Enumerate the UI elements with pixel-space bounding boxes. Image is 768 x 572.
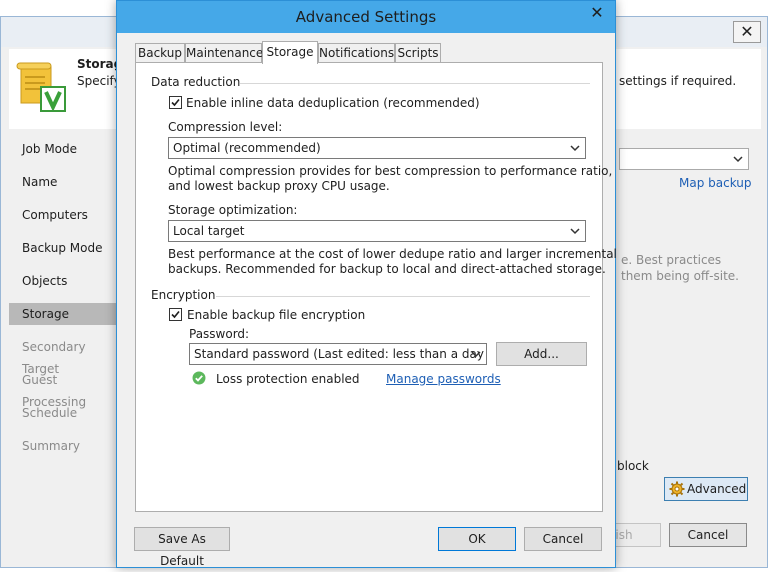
encryption-divider bbox=[216, 296, 590, 297]
storage-optimization-select[interactable]: Local target bbox=[168, 220, 586, 242]
storage-optimization-label: Storage optimization: bbox=[168, 203, 298, 217]
wizard-step-objects[interactable]: Objects bbox=[9, 270, 119, 292]
password-value: Standard password (Last edited: less tha… bbox=[194, 347, 487, 361]
check-circle-icon bbox=[192, 371, 206, 385]
encryption-group-label: Encryption bbox=[151, 288, 216, 302]
add-password-button[interactable]: Add... bbox=[496, 342, 587, 366]
storage-optimization-value: Local target bbox=[173, 224, 245, 238]
wizard-step-guest-processing[interactable]: Guest Processing bbox=[9, 369, 119, 409]
encryption-checkbox-label[interactable]: Enable backup file encryption bbox=[187, 308, 365, 322]
best-practices-text: e. Best practices bbox=[621, 253, 722, 267]
dialog-close-button[interactable]: ✕ bbox=[583, 3, 611, 25]
chevron-down-icon bbox=[733, 156, 743, 163]
data-reduction-group-label: Data reduction bbox=[151, 75, 241, 89]
advanced-settings-dialog: Advanced Settings ✕ Backup Maintenance S… bbox=[116, 0, 617, 568]
compression-level-select[interactable]: Optimal (recommended) bbox=[168, 137, 586, 159]
dedup-checkbox[interactable] bbox=[169, 96, 182, 109]
compression-level-value: Optimal (recommended) bbox=[173, 141, 321, 155]
data-reduction-divider bbox=[240, 83, 590, 84]
chevron-down-icon bbox=[570, 145, 580, 152]
tab-backup[interactable]: Backup bbox=[135, 43, 185, 63]
dedup-checkbox-label[interactable]: Enable inline data deduplication (recomm… bbox=[186, 96, 480, 110]
map-backup-link[interactable]: Map backup bbox=[679, 176, 752, 190]
tab-storage[interactable]: Storage bbox=[262, 41, 318, 64]
password-select[interactable]: Standard password (Last edited: less tha… bbox=[189, 343, 487, 365]
wizard-step-storage[interactable]: Storage bbox=[9, 303, 119, 325]
optimization-description-line-1: Best performance at the cost of lower de… bbox=[168, 247, 617, 261]
wizard-step-description-tail: settings if required. bbox=[619, 74, 737, 88]
compression-description-line-2: and lowest backup proxy CPU usage. bbox=[168, 179, 390, 193]
checkmark-icon bbox=[171, 310, 180, 319]
gear-icon bbox=[669, 481, 685, 497]
wizard-close-button[interactable]: ✕ bbox=[733, 21, 761, 43]
manage-passwords-link[interactable]: Manage passwords bbox=[386, 372, 501, 386]
tab-scripts[interactable]: Scripts bbox=[395, 43, 441, 63]
wizard-step-job-mode[interactable]: Job Mode bbox=[9, 138, 119, 160]
wizard-steps-list: Job Mode Name Computers Backup Mode Obje… bbox=[9, 129, 121, 529]
advanced-button-label: Advanced bbox=[687, 482, 747, 496]
ok-button[interactable]: OK bbox=[438, 527, 516, 551]
wizard-step-name[interactable]: Name bbox=[9, 171, 119, 193]
wizard-step-secondary-target[interactable]: Secondary Target bbox=[9, 336, 119, 376]
dialog-titlebar: Advanced Settings ✕ bbox=[117, 1, 615, 33]
dialog-title: Advanced Settings bbox=[295, 8, 437, 26]
advanced-button[interactable]: Advanced bbox=[664, 477, 748, 501]
off-site-text: them being off-site. bbox=[621, 269, 739, 283]
wizard-step-summary[interactable]: Summary bbox=[9, 435, 119, 457]
checkmark-icon bbox=[171, 98, 180, 107]
chevron-down-icon bbox=[471, 351, 481, 358]
cancel-button[interactable]: Cancel bbox=[524, 527, 602, 551]
chevron-down-icon bbox=[570, 228, 580, 235]
block-text: block bbox=[617, 459, 649, 473]
save-as-default-button[interactable]: Save As Default bbox=[134, 527, 230, 568]
tab-notifications[interactable]: Notifications bbox=[318, 43, 395, 63]
wizard-step-description: Specify bbox=[77, 74, 121, 88]
encryption-checkbox[interactable] bbox=[169, 308, 182, 321]
wizard-step-backup-mode[interactable]: Backup Mode bbox=[9, 237, 119, 259]
backup-repository-combo[interactable] bbox=[619, 148, 749, 170]
compression-description-line-1: Optimal compression provides for best co… bbox=[168, 164, 613, 178]
compression-level-label: Compression level: bbox=[168, 120, 283, 134]
loss-protection-status: Loss protection enabled bbox=[216, 372, 360, 386]
optimization-description-line-2: backups. Recommended for backup to local… bbox=[168, 262, 606, 276]
storage-scroll-icon bbox=[15, 61, 67, 121]
password-label: Password: bbox=[189, 327, 250, 341]
wizard-cancel-button[interactable]: Cancel bbox=[669, 523, 747, 547]
wizard-step-schedule[interactable]: Schedule bbox=[9, 402, 119, 424]
tab-maintenance[interactable]: Maintenance bbox=[185, 43, 263, 63]
wizard-step-computers[interactable]: Computers bbox=[9, 204, 119, 226]
storage-tab-panel: Data reduction Enable inline data dedupl… bbox=[135, 62, 617, 512]
